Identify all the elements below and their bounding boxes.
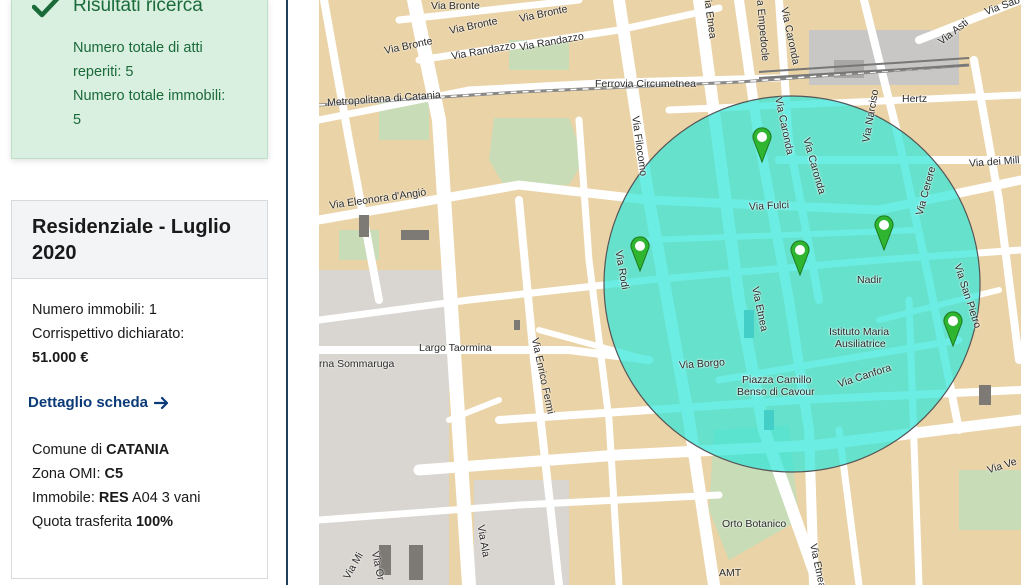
- card-header: Residenziale - Luglio 2020: [12, 201, 267, 279]
- immobile-label: Immobile:: [32, 490, 95, 506]
- immobili-label: Numero immobili:: [32, 302, 145, 318]
- property-marker-pin[interactable]: [630, 236, 650, 272]
- map-label-istituto-2: Ausiliatrice: [835, 338, 886, 350]
- zona-value: C5: [104, 466, 124, 482]
- map-label-sommaruga: rna Sommaruga: [319, 358, 395, 370]
- map-view[interactable]: Via Bronte Via Bronte Via Bronte Via Bro…: [319, 0, 1021, 585]
- map-label-piazza-1: Piazza Camillo: [742, 374, 812, 386]
- property-marker-pin[interactable]: [752, 127, 772, 163]
- corrispettivo-label: Corrispettivo dichiarato:: [32, 326, 185, 342]
- comune-label: Comune di: [32, 442, 103, 458]
- map-label-piazza-2: Benso di Cavour: [737, 386, 815, 398]
- total-atti-line2: reperiti: 5: [73, 64, 134, 80]
- property-marker-pin[interactable]: [790, 240, 810, 276]
- immobile-detail: A04 3 vani: [131, 490, 201, 506]
- corrispettivo-row: 51.000 €: [32, 350, 88, 366]
- immobili-value: 1: [148, 302, 157, 318]
- results-sidebar: Risultati ricerca Numero totale di atti …: [0, 0, 288, 585]
- immobili-count: Numero immobili: 1: [32, 302, 157, 318]
- total-atti-line1: Numero totale di atti: [73, 40, 203, 56]
- immobile-row: Immobile: RES A04 3 vani: [32, 490, 200, 506]
- map-label-ferrovia: Ferrovia Circumetnea: [595, 78, 696, 90]
- property-marker-pin[interactable]: [874, 215, 894, 251]
- check-icon: [32, 0, 60, 18]
- map-label-largo-taormina: Largo Taormina: [419, 342, 492, 354]
- detail-link[interactable]: Dettaglio scheda: [28, 394, 170, 411]
- zona-label: Zona OMI:: [32, 466, 101, 482]
- quota-row: Quota trasferita 100%: [32, 514, 173, 530]
- immobile-type: RES: [98, 490, 129, 506]
- arrow-right-icon[interactable]: [154, 396, 170, 410]
- map-label-istituto-1: Istituto Maria: [829, 326, 890, 338]
- map-label-nadir: Nadir: [857, 274, 883, 286]
- map-label-orto-botanico: Orto Botanico: [722, 518, 787, 530]
- corrispettivo-value: 51.000 €: [32, 350, 89, 366]
- map-label-via-fulci: Via Fulci: [748, 198, 790, 214]
- map-label-via-bronte-1: Via Bronte: [431, 0, 480, 12]
- map-label-hertz: Hertz: [902, 93, 928, 105]
- transaction-card: Residenziale - Luglio 2020 Numero immobi…: [11, 200, 268, 579]
- search-results-summary: Risultati ricerca Numero totale di atti …: [11, 0, 268, 159]
- quota-label: Quota trasferita: [32, 514, 132, 530]
- property-marker-pin[interactable]: [943, 311, 963, 347]
- detail-link-label[interactable]: Dettaglio scheda: [28, 394, 148, 411]
- card-title: Residenziale - Luglio 2020: [32, 216, 231, 264]
- results-title: Risultati ricerca: [73, 0, 203, 16]
- comune-value: CATANIA: [106, 442, 170, 458]
- total-immobili-line2: 5: [73, 112, 82, 128]
- total-immobili-line1: Numero totale immobili:: [73, 88, 226, 104]
- quota-value: 100%: [135, 514, 174, 530]
- comune-row: Comune di CATANIA: [32, 442, 169, 458]
- zona-row: Zona OMI: C5: [32, 466, 123, 482]
- map-label-amt: AMT: [719, 567, 742, 579]
